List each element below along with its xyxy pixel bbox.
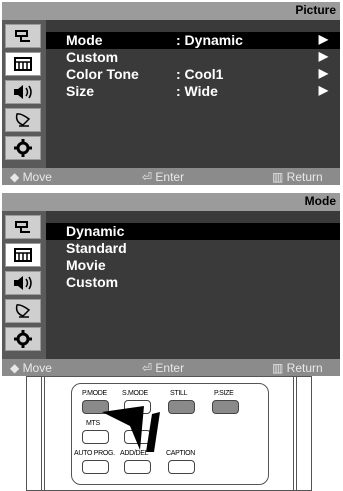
- remote-edge-left: [41, 377, 45, 490]
- move-hint: ◆ Move: [10, 170, 52, 184]
- enter-hint: ⏎ Enter: [142, 361, 185, 375]
- menu-item-label: Size: [66, 83, 95, 99]
- enter-hint: ⏎ Enter: [142, 170, 185, 184]
- return-hint: ▥ Return: [272, 361, 323, 375]
- remote-control-illustration: P.MODE S.MODE STILL P.SIZE MTS AUTO PROG…: [26, 376, 312, 491]
- adddel-button[interactable]: [124, 460, 151, 474]
- smode-label: S.MODE: [122, 390, 148, 397]
- pmode-label: P.MODE: [82, 390, 107, 397]
- menu-item-label: Custom: [66, 49, 119, 65]
- menu-item-mode[interactable]: Mode : Dynamic ▶: [46, 32, 340, 49]
- menu-footer: ◆ Move ⏎ Enter ▥ Return: [2, 168, 340, 185]
- mts-label: MTS: [86, 420, 100, 427]
- move-hint: ◆ Move: [10, 361, 52, 375]
- mode-option-standard[interactable]: Standard: [46, 240, 340, 257]
- sound-icon[interactable]: [5, 80, 41, 104]
- menu-title-bar: Picture: [2, 2, 340, 20]
- menu-item-size[interactable]: Size : Wide ▶: [46, 83, 340, 100]
- option-label: Movie: [66, 257, 106, 273]
- menu-sidebar: [2, 211, 46, 359]
- arrow-right-icon: ▶: [318, 32, 328, 46]
- option-label: Dynamic: [66, 223, 125, 239]
- menu-item-color-tone[interactable]: Color Tone : Cool1 ▶: [46, 66, 340, 83]
- psize-label: P.SIZE: [214, 390, 234, 397]
- menu-item-value: : Dynamic: [176, 32, 243, 48]
- setup-icon[interactable]: [5, 136, 41, 160]
- arrow-right-icon: ▶: [318, 83, 328, 97]
- menu-title: Picture: [295, 3, 336, 17]
- autoprog-button[interactable]: [82, 460, 109, 474]
- picture-menu-panel: Picture Mode : Dynamic ▶ Custom ▶ Color …: [2, 2, 340, 185]
- channel-icon[interactable]: [5, 299, 41, 323]
- input-icon[interactable]: [5, 24, 41, 48]
- arrow-right-icon: ▶: [318, 49, 328, 63]
- menu-item-label: Color Tone: [66, 66, 139, 82]
- mode-menu-panel: Mode Dynamic Standard Movie Custom ◆ Mov…: [2, 193, 340, 376]
- input-icon[interactable]: [5, 215, 41, 239]
- channel-icon[interactable]: [5, 108, 41, 132]
- menu-content: Dynamic Standard Movie Custom: [46, 211, 340, 359]
- menu-item-custom[interactable]: Custom ▶: [46, 49, 340, 66]
- mode-option-dynamic[interactable]: Dynamic: [46, 223, 340, 240]
- menu-icon: ▥: [272, 361, 287, 375]
- menu-footer: ◆ Move ⏎ Enter ▥ Return: [2, 359, 340, 376]
- return-hint: ▥ Return: [272, 170, 323, 184]
- menu-sidebar: [2, 20, 46, 168]
- picture-icon[interactable]: [5, 243, 41, 267]
- psize-button[interactable]: [212, 400, 239, 414]
- picture-icon[interactable]: [5, 52, 41, 76]
- menu-title: Mode: [304, 194, 336, 208]
- option-label: Custom: [66, 274, 119, 290]
- still-label: STILL: [170, 390, 188, 397]
- arrow-right-icon: ▶: [318, 66, 328, 80]
- pointer-arrow-icon: [102, 406, 160, 452]
- menu-content: Mode : Dynamic ▶ Custom ▶ Color Tone : C…: [46, 20, 340, 168]
- remote-edge-right: [293, 377, 297, 490]
- menu-title-bar: Mode: [2, 193, 340, 211]
- menu-item-label: Mode: [66, 32, 103, 48]
- option-label: Standard: [66, 240, 127, 256]
- menu-item-value: : Cool1: [176, 66, 224, 82]
- mode-option-movie[interactable]: Movie: [46, 257, 340, 274]
- mode-option-custom[interactable]: Custom: [46, 274, 340, 291]
- sound-icon[interactable]: [5, 271, 41, 295]
- menu-icon: ▥: [272, 170, 287, 184]
- menu-item-value: : Wide: [176, 83, 218, 99]
- remote-body: P.MODE S.MODE STILL P.SIZE MTS AUTO PROG…: [71, 383, 269, 485]
- caption-button[interactable]: [168, 460, 195, 474]
- setup-icon[interactable]: [5, 327, 41, 351]
